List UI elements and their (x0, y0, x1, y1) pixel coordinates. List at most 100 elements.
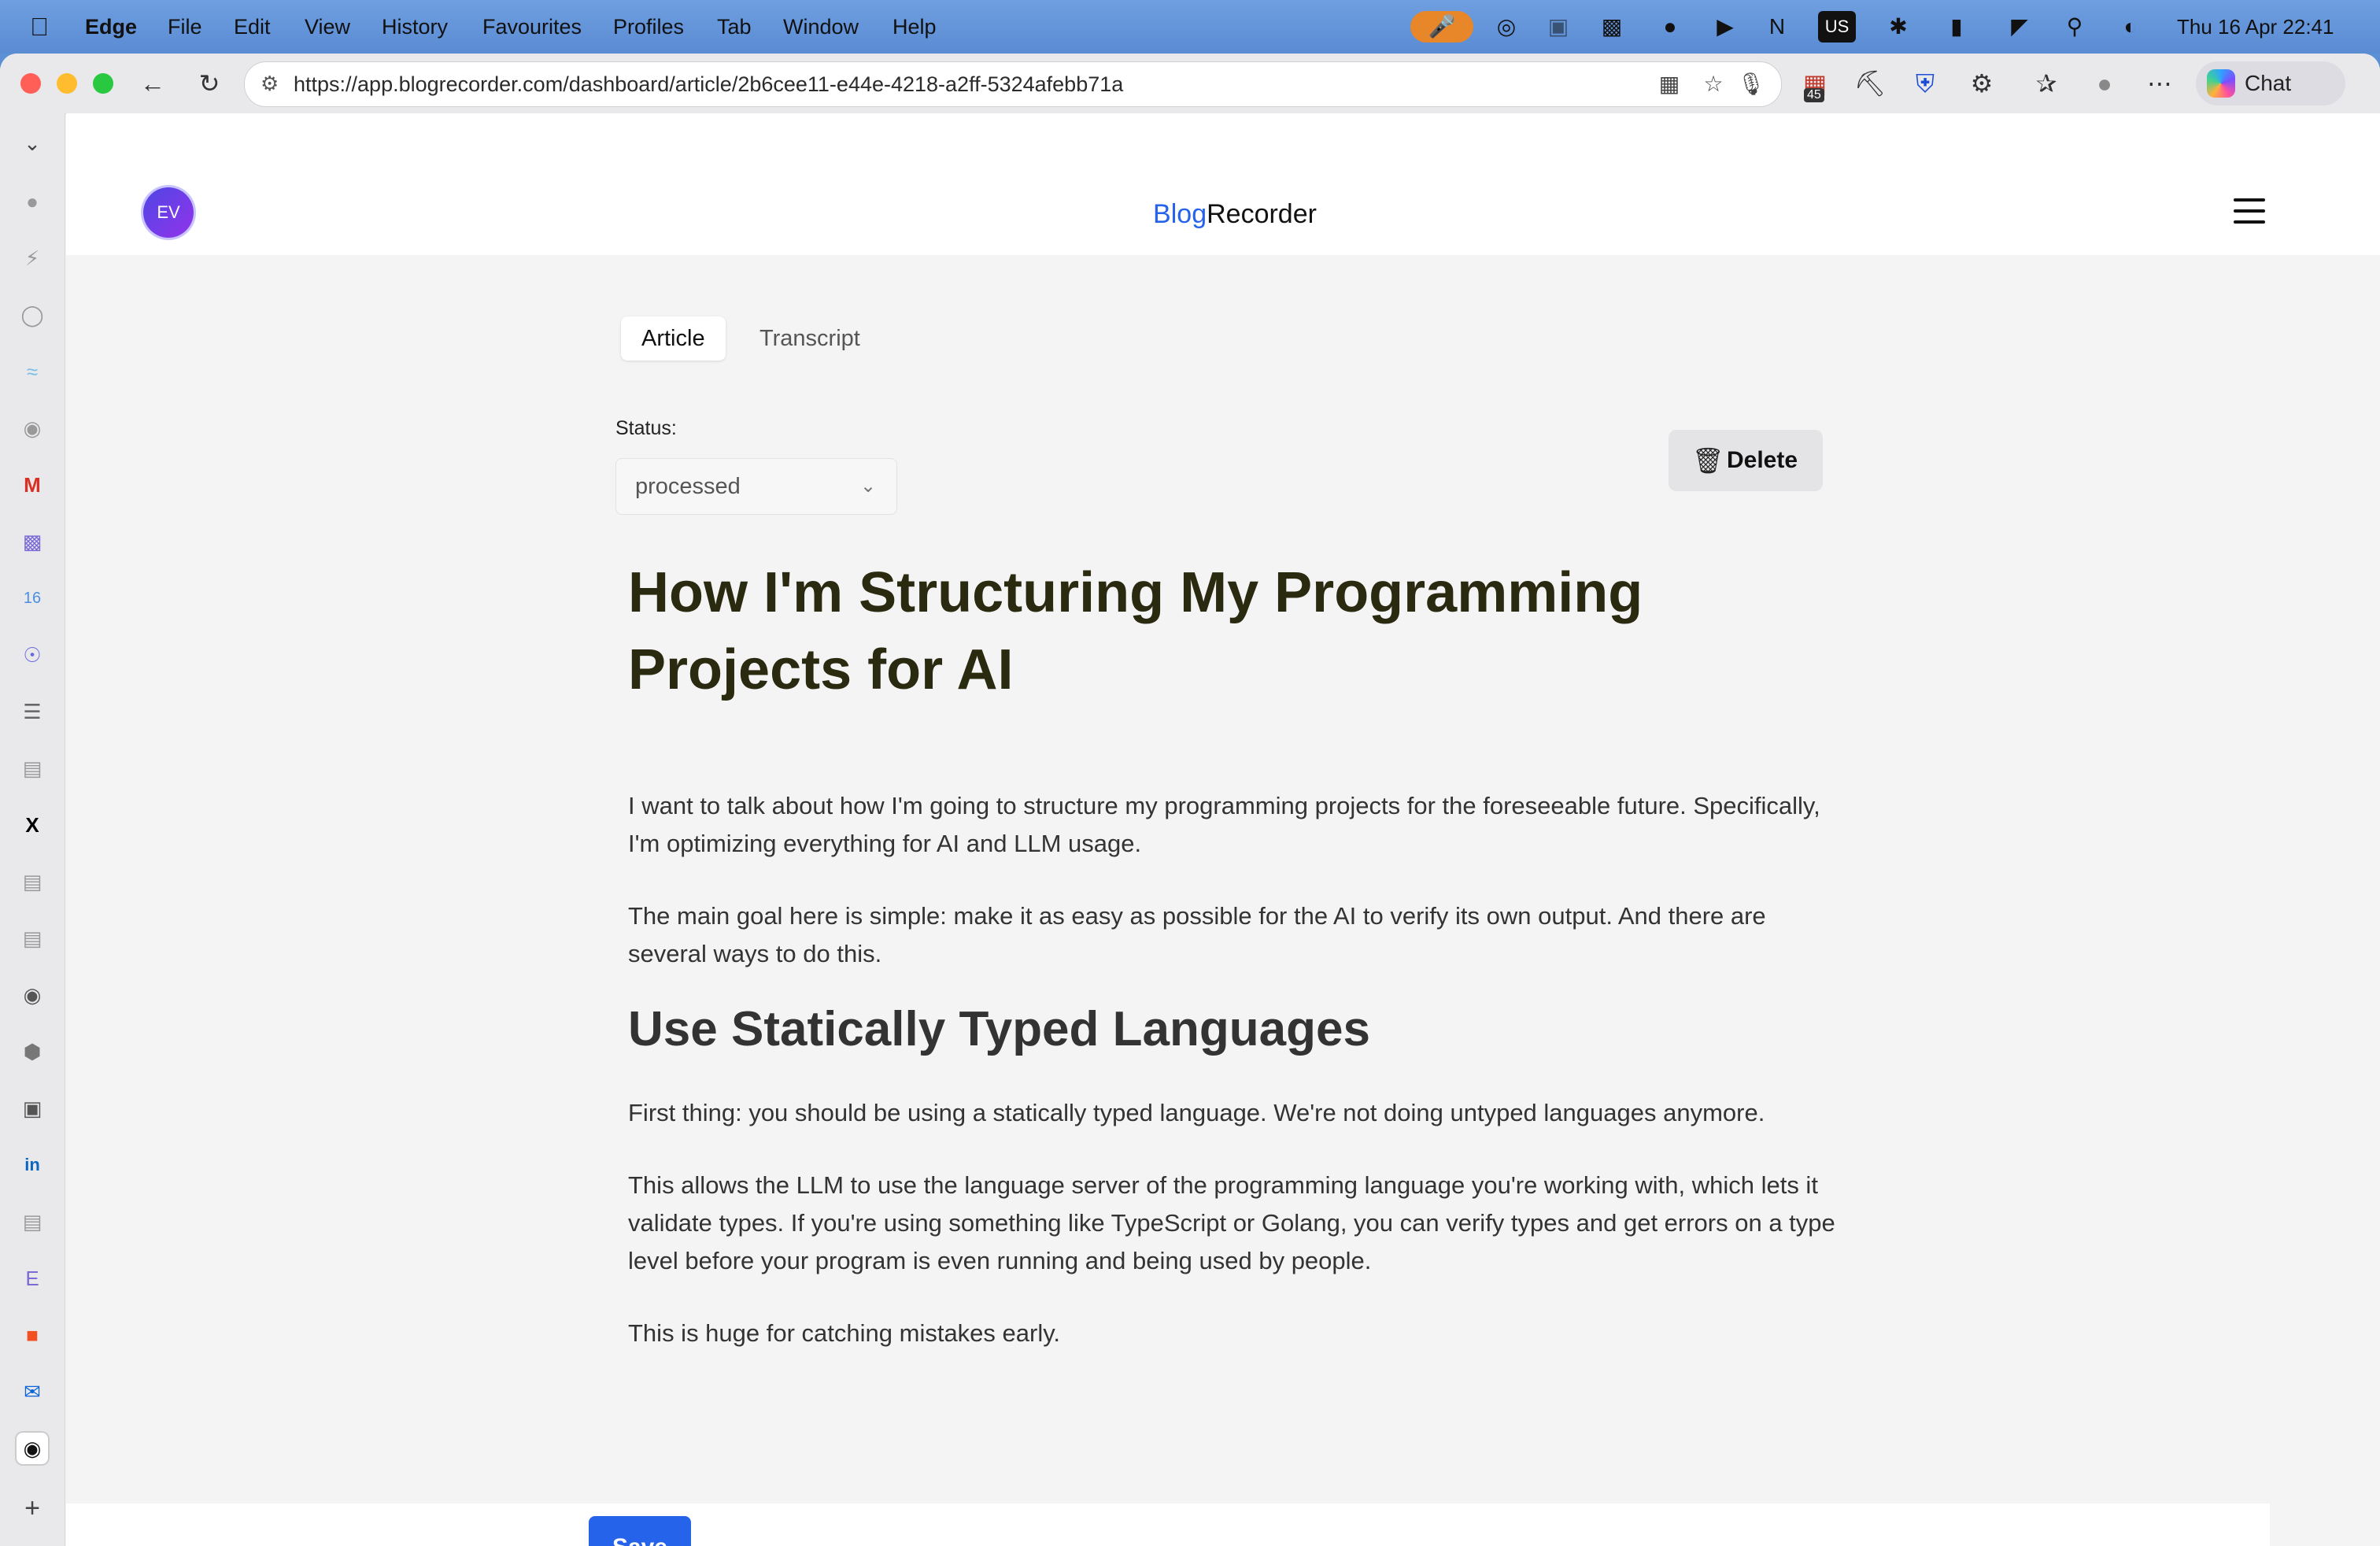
article-paragraph[interactable]: First thing: you should be using a stati… (628, 1094, 1840, 1132)
folder-icon[interactable]: ▣ (1543, 11, 1574, 43)
clapper-icon[interactable]: ▩ (1596, 11, 1628, 43)
tab-favicon-9[interactable]: ▣ (17, 1093, 48, 1124)
tab-favicon-e[interactable]: E (17, 1263, 48, 1294)
globe-icon[interactable]: ◯ (17, 299, 48, 331)
menu-edit[interactable]: Edit (234, 0, 271, 54)
calendar-tab-icon[interactable]: 16 (17, 583, 48, 614)
back-icon[interactable]: ← (135, 66, 170, 101)
bluetooth-icon[interactable]: ✱ (1883, 11, 1914, 43)
elephant-icon[interactable]: ● (1653, 11, 1687, 43)
address-bar[interactable]: ⚙ https://app.blogrecorder.com/dashboard… (244, 61, 1782, 107)
collapse-chevron-icon[interactable]: ⌄ (17, 128, 48, 159)
control-center-icon[interactable]: ◐ (2111, 11, 2150, 43)
notion-icon[interactable]: N (1761, 11, 1793, 43)
save-bar (66, 1503, 2270, 1546)
minimize-window-button[interactable] (57, 73, 77, 94)
tab-favicon-5[interactable]: ☰ (17, 696, 48, 727)
microphone-active-icon[interactable]: 🎤 (1410, 11, 1473, 43)
tab-favicon-2[interactable]: ⚡ (17, 242, 48, 274)
menu-tab[interactable]: Tab (717, 0, 752, 54)
zoom-window-button[interactable] (93, 73, 113, 94)
bitwarden-icon[interactable]: ⛨ (1908, 66, 1942, 101)
delete-label: Delete (1727, 447, 1798, 473)
tab-favicon-8[interactable]: ▤ (17, 923, 48, 954)
menu-favourites[interactable]: Favourites (482, 0, 582, 54)
brand-part-blog: Blog (1153, 199, 1207, 229)
avatar[interactable]: EV (143, 187, 194, 238)
read-aloud-mic-icon[interactable]: 🎙 (1735, 68, 1767, 100)
play-icon[interactable]: ▶ (1709, 11, 1741, 43)
article-paragraph[interactable]: I want to talk about how I'm going to st… (628, 787, 1840, 863)
hamburger-menu-icon[interactable] (2234, 198, 2265, 225)
app-available-icon[interactable]: ▦ (1654, 68, 1685, 100)
browser-window: ← ↻ ⚙ https://app.blogrecorder.com/dashb… (0, 54, 2380, 1546)
vertical-tabs-sidebar: ⌄ ● ⚡ ◯ ≈ ◉ M ▩ 16 ☉ ☰ ▤ X ▤ ▤ ◉ ⬢ ▣ in … (0, 113, 65, 1546)
battery-icon[interactable]: ▮ (1935, 11, 1979, 43)
active-tab-icon[interactable]: ◉ (17, 1433, 48, 1464)
article-paragraph[interactable]: This allows the LLM to use the language … (628, 1167, 1840, 1280)
calendar-badge: 45 (1804, 88, 1824, 102)
keyboard-layout-indicator[interactable]: US (1818, 11, 1856, 43)
github-icon[interactable]: ◉ (17, 979, 48, 1011)
menu-window[interactable]: Window (783, 0, 859, 54)
apple-icon[interactable]:  (30, 0, 49, 54)
status-label: Status: (615, 417, 677, 439)
article-paragraph[interactable]: This is huge for catching mistakes early… (628, 1315, 1840, 1352)
extensions-icon[interactable]: ⚙ (1964, 66, 1999, 101)
menu-history[interactable]: History (382, 0, 448, 54)
privacy-icon[interactable]: ◎ (1491, 11, 1522, 43)
box-icon[interactable]: ⬢ (17, 1036, 48, 1067)
menubar-clock[interactable]: Thu 16 Apr 22:41 (2177, 0, 2334, 54)
tab-favicon-1[interactable]: ● (17, 186, 48, 217)
new-tab-plus-icon[interactable]: + (17, 1492, 48, 1524)
profile-avatar-icon[interactable]: ● (2087, 66, 2122, 101)
gmail-icon[interactable]: M (17, 469, 48, 501)
brand-logo[interactable]: BlogRecorder (1129, 189, 1341, 239)
status-select[interactable]: processed ⌄ (615, 458, 897, 515)
wifi-icon[interactable]: ◤ (2002, 11, 2037, 43)
address-url[interactable]: https://app.blogrecorder.com/dashboard/a… (294, 62, 1123, 106)
menu-help[interactable]: Help (893, 0, 937, 54)
spotlight-search-icon[interactable]: ⚲ (2059, 11, 2090, 43)
article-title[interactable]: How I'm Structuring My Programming Proje… (628, 554, 1840, 708)
favorites-icon[interactable]: ✰ (2029, 66, 2064, 101)
tab-favicon-10[interactable]: ▤ (17, 1206, 48, 1237)
tab-favicon-wave[interactable]: ≈ (17, 356, 48, 387)
section-heading[interactable]: Use Statically Typed Languages (628, 998, 1840, 1061)
more-options-icon[interactable]: ⋯ (2142, 66, 2177, 101)
linkedin-icon[interactable]: in (17, 1149, 48, 1181)
brand-part-recorder: Recorder (1207, 199, 1317, 229)
trash-icon: 🗑 (1692, 446, 1724, 475)
site-info-icon[interactable]: ⚙ (261, 72, 279, 96)
macos-menu-bar:  Edge File Edit View History Favourites… (0, 0, 2380, 54)
chat-label: Chat (2245, 71, 2292, 95)
save-button[interactable]: Save (589, 1516, 691, 1546)
microsoft-icon[interactable]: ■ (17, 1319, 48, 1351)
favorite-star-icon[interactable]: ☆ (1698, 68, 1729, 100)
article-body[interactable]: How I'm Structuring My Programming Proje… (628, 554, 1840, 1352)
menu-view[interactable]: View (305, 0, 350, 54)
reload-icon[interactable]: ↻ (192, 66, 227, 101)
tab-favicon-chat[interactable]: ▩ (17, 526, 48, 557)
tab-favicon-3[interactable]: ◉ (17, 412, 48, 444)
copilot-icon (2207, 69, 2235, 98)
close-window-button[interactable] (20, 73, 41, 94)
plug-extension-icon[interactable]: ⛏ (1853, 66, 1887, 101)
copilot-chat-button[interactable]: Chat (2196, 61, 2345, 105)
menu-app-name[interactable]: Edge (85, 0, 137, 54)
status-value: processed (635, 474, 741, 499)
article-paragraph[interactable]: The main goal here is simple: make it as… (628, 897, 1840, 973)
tab-favicon-4[interactable]: ☉ (17, 639, 48, 671)
menu-file[interactable]: File (168, 0, 202, 54)
tab-favicon-7[interactable]: ▤ (17, 866, 48, 897)
delete-button[interactable]: 🗑 Delete (1669, 430, 1823, 491)
chevron-down-icon: ⌄ (860, 475, 877, 497)
outlook-icon[interactable]: ✉ (17, 1376, 48, 1407)
tab-article[interactable]: Article (621, 316, 726, 361)
menu-profiles[interactable]: Profiles (613, 0, 684, 54)
web-page: EV BlogRecorder Article Transcript Statu… (66, 113, 2380, 1546)
tab-favicon-6[interactable]: ▤ (17, 753, 48, 784)
article-tabs: Article Transcript (621, 310, 944, 365)
tab-transcript[interactable]: Transcript (739, 316, 881, 361)
x-twitter-icon[interactable]: X (17, 809, 48, 841)
